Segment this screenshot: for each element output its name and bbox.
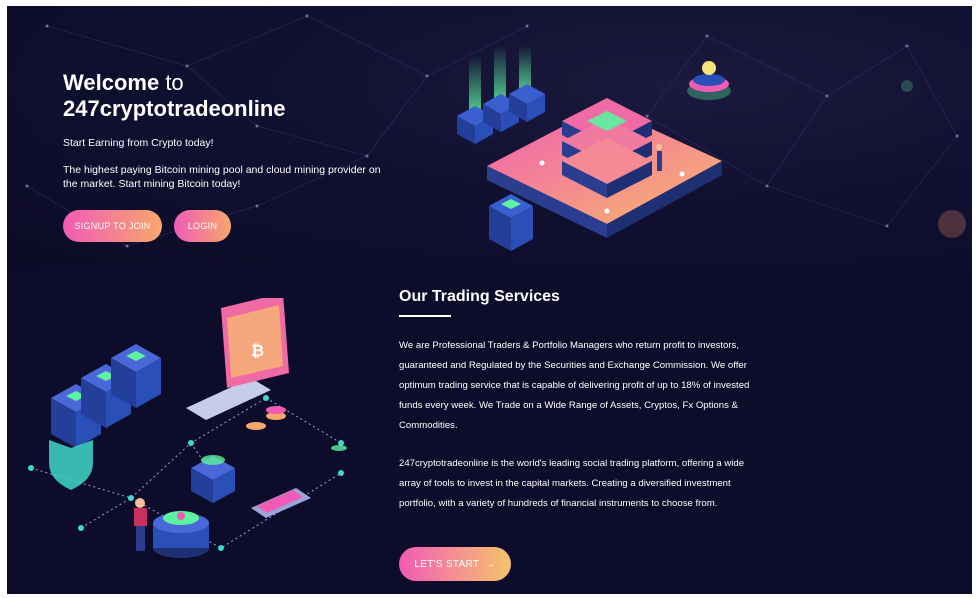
services-title: Our Trading Services — [399, 288, 560, 305]
lets-start-button[interactable]: LET'S START → — [399, 547, 511, 581]
login-button[interactable]: LOGIN — [174, 210, 231, 242]
services-paragraph-1: We are Professional Traders & Portfolio … — [399, 340, 750, 431]
hero-description: The highest paying Bitcoin mining pool a… — [63, 164, 381, 190]
site-name: 247cryptotradeonline — [63, 96, 286, 121]
arrow-right-icon: → — [485, 558, 496, 570]
services-paragraph-2: 247cryptotradeonline is the world's lead… — [399, 458, 745, 509]
page-frame: Welcome to 247cryptotradeonline Start Ea… — [7, 6, 972, 594]
svg-text:₿: ₿ — [251, 341, 264, 360]
mining-platform-illustration — [457, 46, 731, 251]
welcome-word: Welcome — [63, 70, 160, 95]
welcome-to: to — [165, 70, 184, 95]
hero-tagline: Start Earning from Crypto today! — [63, 137, 214, 149]
title-underline — [399, 315, 451, 317]
hero-section: Welcome to 247cryptotradeonline Start Ea… — [7, 6, 972, 268]
welcome-heading: Welcome to 247cryptotradeonline — [63, 70, 403, 122]
signup-button[interactable]: SIGNUP TO JOIN — [63, 210, 162, 242]
crypto-network-illustration: ₿ — [28, 298, 347, 558]
lets-start-label: LET'S START — [414, 558, 480, 570]
